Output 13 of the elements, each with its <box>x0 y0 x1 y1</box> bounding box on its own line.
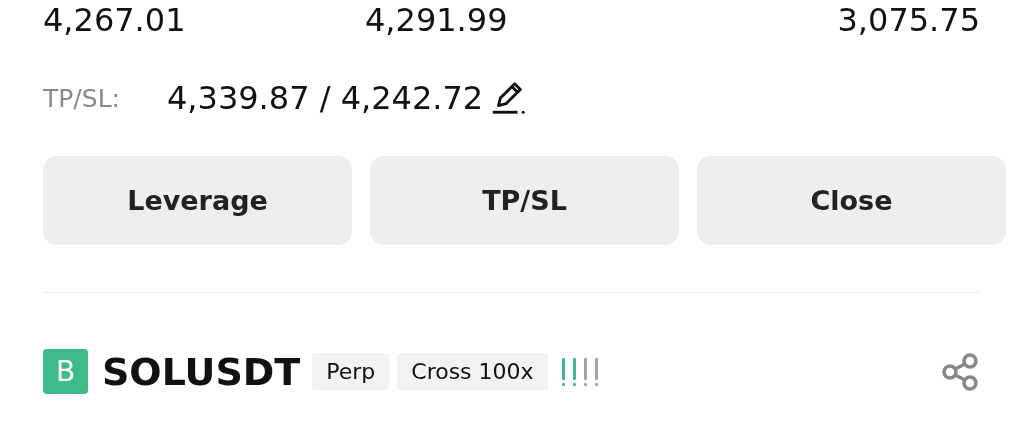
tpsl-label: TP/SL: <box>43 83 121 113</box>
price-value: 4,267.01 <box>43 2 187 40</box>
tag: Cross 100x <box>397 353 548 390</box>
tpsl-value: 4,339.87 / 4,242.72 <box>167 79 484 117</box>
share-icon[interactable] <box>940 351 980 392</box>
symbol-name: SOLUSDT <box>102 349 301 394</box>
action-button[interactable]: Close <box>697 156 1006 245</box>
tag: Perp <box>312 353 390 390</box>
action-button[interactable]: Leverage <box>43 156 352 245</box>
action-button[interactable]: TP/SL <box>370 156 679 245</box>
side-badge: B <box>43 349 88 394</box>
price-value: 4,291.99 <box>365 2 509 40</box>
price-value: 3,075.75 <box>837 2 980 40</box>
